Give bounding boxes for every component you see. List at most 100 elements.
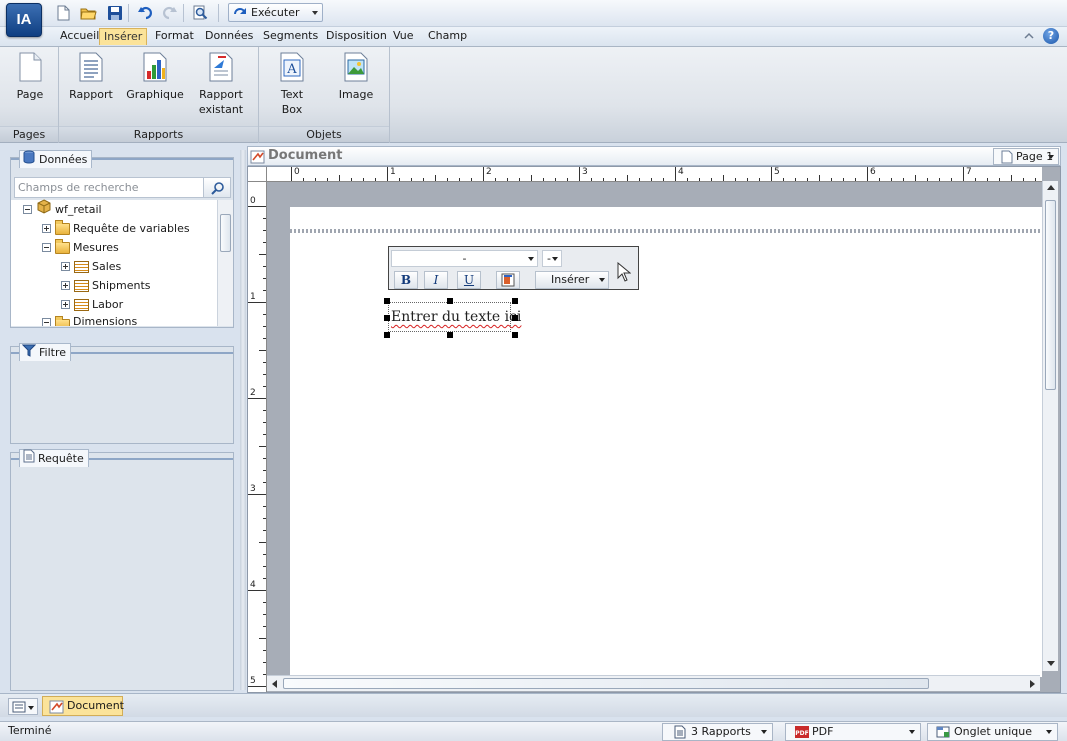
run-label: Exécuter	[251, 6, 300, 19]
tab-champ[interactable]: Champ	[424, 28, 471, 45]
expand-icon[interactable]	[61, 262, 70, 271]
reports-select[interactable]: 3 Rapports	[662, 723, 773, 741]
text-box[interactable]: Entrer du texte ici	[388, 302, 521, 332]
scroll-up-icon[interactable]	[1047, 185, 1055, 190]
save-icon[interactable]	[106, 4, 124, 22]
underline-button[interactable]: U	[457, 271, 481, 289]
scroll-down-icon[interactable]	[1047, 661, 1055, 666]
print-preview-icon[interactable]	[191, 4, 209, 22]
query-document-icon	[22, 449, 35, 468]
resize-handle[interactable]	[512, 315, 518, 321]
resize-handle[interactable]	[384, 332, 390, 338]
collapse-icon[interactable]	[42, 318, 51, 326]
page-select[interactable]: Page 1	[993, 148, 1059, 165]
tab-format[interactable]: Format	[151, 28, 198, 45]
menu-bar: Accueil Insérer Format Données Segments …	[0, 27, 1067, 46]
help-icon[interactable]: ?	[1043, 28, 1059, 44]
redo-icon[interactable]	[160, 4, 178, 22]
expand-icon[interactable]	[42, 224, 51, 233]
font-size-select[interactable]: -	[542, 250, 562, 267]
scroll-left-icon[interactable]	[272, 680, 277, 688]
text-box-style-button[interactable]	[496, 271, 520, 289]
collapse-icon[interactable]	[42, 243, 51, 252]
document-horizontal-scrollbar[interactable]	[267, 675, 1040, 691]
vertical-scroll-thumb[interactable]	[1045, 200, 1056, 390]
tree-item-dimensions[interactable]: Dimensions	[42, 314, 137, 326]
document-header: Document	[247, 146, 1061, 166]
chevron-down-icon	[761, 730, 767, 734]
ruler-label: 0	[294, 167, 300, 177]
resize-handle[interactable]	[384, 315, 390, 321]
panel-splitter[interactable]	[240, 150, 246, 690]
search-icon	[211, 181, 225, 198]
ruler-label: 3	[250, 484, 256, 494]
tree-item-sales[interactable]: Sales	[61, 257, 121, 276]
chevron-down-icon	[552, 257, 558, 261]
page-button[interactable]: Page	[12, 51, 48, 102]
tree-item-label: Requête de variables	[73, 222, 190, 235]
report-button-label: Rapport	[69, 88, 113, 101]
resize-handle[interactable]	[384, 298, 390, 304]
app-logo[interactable]: IA	[6, 3, 42, 37]
tree-item-variable-query[interactable]: Requête de variables	[42, 219, 190, 238]
tree-item-labor[interactable]: Labor	[61, 295, 123, 314]
tab-document[interactable]: Document	[42, 696, 124, 716]
document-canvas[interactable]: 0 1 2 3 4 5 6 7 0 1 2 3 4 5 - - B I U In…	[247, 166, 1061, 693]
italic-button[interactable]: I	[424, 271, 448, 289]
collapse-ribbon-icon[interactable]	[1023, 30, 1035, 42]
tab-inserer[interactable]: Insérer	[99, 28, 148, 45]
expand-icon[interactable]	[61, 300, 70, 309]
resize-handle[interactable]	[447, 332, 453, 338]
tab-donnees[interactable]: Données	[201, 28, 257, 45]
new-document-icon[interactable]	[54, 4, 72, 22]
tab-document-label: Document	[67, 699, 124, 712]
chart-button[interactable]: Graphique	[125, 51, 185, 102]
filter-panel-tab[interactable]: Filtre	[19, 343, 72, 361]
output-mode-select[interactable]: Onglet unique	[927, 723, 1058, 741]
expand-icon[interactable]	[61, 281, 70, 290]
search-button[interactable]	[203, 177, 231, 198]
scroll-right-icon[interactable]	[1030, 680, 1035, 688]
text-box-content[interactable]: Entrer du texte ici	[391, 309, 521, 325]
window-list-button[interactable]	[8, 698, 38, 715]
tree-scrollbar[interactable]	[217, 200, 233, 326]
tree-scroll-thumb[interactable]	[220, 214, 231, 252]
font-select[interactable]: -	[391, 250, 538, 267]
bold-button[interactable]: B	[394, 271, 418, 289]
ruler-label: 2	[486, 167, 492, 177]
run-button[interactable]: Exécuter	[228, 3, 323, 22]
ruler-label: 1	[390, 167, 396, 177]
ruler-label: 4	[678, 167, 684, 177]
image-button[interactable]: Image	[335, 51, 377, 102]
text-box-button[interactable]: A Text Box	[273, 51, 311, 117]
query-panel-tab[interactable]: Requête	[19, 449, 89, 467]
ribbon-group-rapports: Rapport Graphique Rapport existant Rappo…	[59, 47, 259, 143]
output-format-select[interactable]: PDF PDF	[785, 723, 921, 741]
resize-handle[interactable]	[447, 298, 453, 304]
tab-accueil[interactable]: Accueil	[56, 28, 103, 45]
horizontal-scroll-thumb[interactable]	[283, 678, 929, 689]
tree-item-shipments[interactable]: Shipments	[61, 276, 151, 295]
svg-text:PDF: PDF	[795, 730, 808, 737]
open-folder-icon[interactable]	[79, 4, 97, 22]
resize-handle[interactable]	[512, 332, 518, 338]
image-button-label: Image	[338, 88, 374, 101]
tree-item-measures[interactable]: Mesures	[42, 238, 119, 257]
field-search-input[interactable]: Champs de recherche	[14, 177, 204, 198]
tab-segments[interactable]: Segments	[259, 28, 322, 45]
data-panel: Données Champs de recherche wf_retail Re…	[10, 150, 234, 328]
tab-disposition[interactable]: Disposition	[322, 28, 391, 45]
tree-item-wf-retail[interactable]: wf_retail	[23, 199, 102, 219]
report-button[interactable]: Rapport	[67, 51, 115, 102]
data-panel-tab[interactable]: Données	[19, 150, 93, 168]
document-vertical-scrollbar[interactable]	[1042, 181, 1058, 671]
insert-field-button[interactable]: Insérer	[535, 271, 609, 289]
svg-text:A: A	[286, 62, 297, 77]
resize-handle[interactable]	[512, 298, 518, 304]
tab-vue[interactable]: Vue	[389, 28, 418, 45]
chevron-down-icon[interactable]	[311, 11, 318, 15]
insert-button-label: Insérer	[551, 273, 590, 286]
collapse-icon[interactable]	[23, 205, 32, 214]
existing-report-button[interactable]: Rapport existant	[193, 51, 249, 117]
undo-icon[interactable]	[137, 4, 155, 22]
